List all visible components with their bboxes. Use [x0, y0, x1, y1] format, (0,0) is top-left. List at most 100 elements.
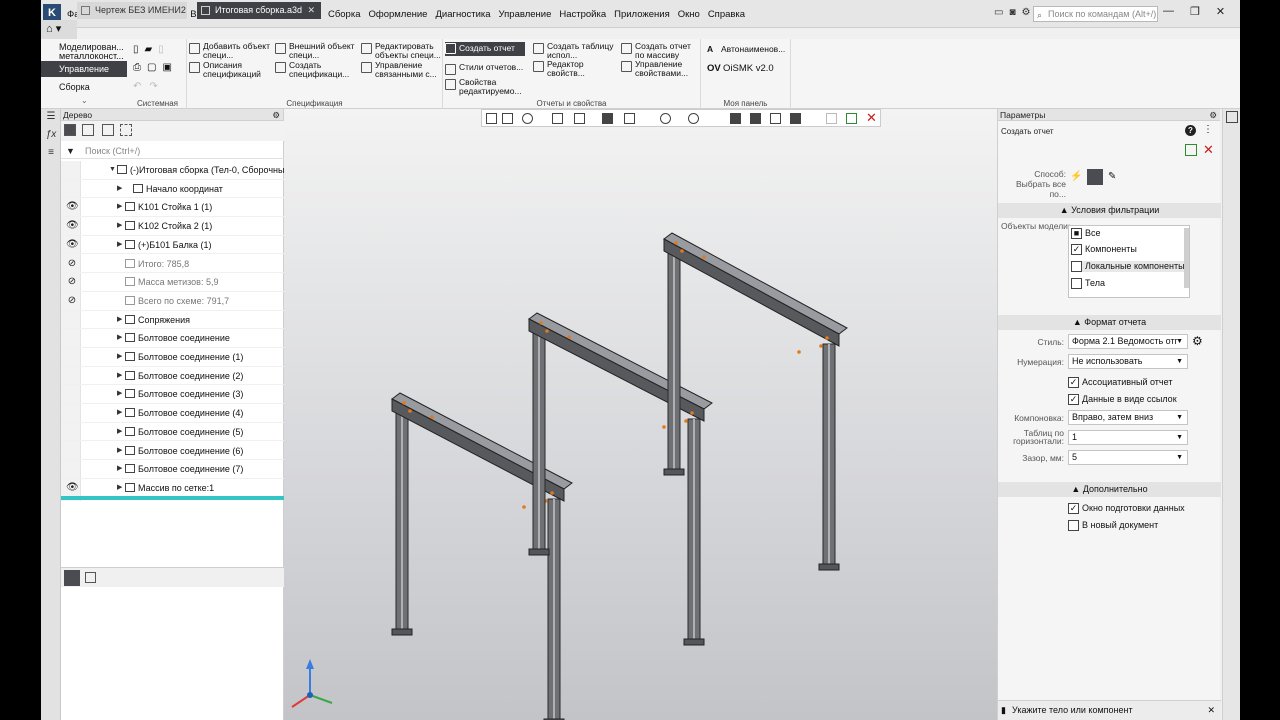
3d-viewport[interactable]: ✕	[284, 109, 997, 720]
tab-drawing[interactable]: Чертеж БЕЗ ИМЕНИ2	[77, 2, 187, 19]
array-report-button[interactable]: Создать отчет по массиву	[621, 42, 699, 60]
visibility-icon[interactable]: ⊘	[66, 255, 78, 273]
menu-item[interactable]: Настройка	[555, 9, 610, 20]
home-tab[interactable]: ⌂ ▾	[41, 20, 77, 39]
tree-row[interactable]: ⊘ Итого: 785,8	[61, 255, 284, 274]
layout-select[interactable]: Вправо, затем вниз ▼	[1068, 410, 1188, 425]
restore-button[interactable]: ❐	[1190, 5, 1200, 18]
tree-panel-icon[interactable]: ☰	[44, 111, 58, 125]
format-section[interactable]: ▲ Формат отчета	[998, 315, 1221, 330]
new-doc-checkbox[interactable]: В новый документ	[1068, 520, 1158, 531]
method-icon-1[interactable]: ⚡	[1070, 171, 1082, 183]
menu-item[interactable]: Управление	[495, 9, 556, 20]
params-panel-icon[interactable]	[1226, 111, 1238, 123]
expand-right-icon[interactable]: ▶	[117, 348, 122, 366]
expand-right-icon[interactable]: ▶	[117, 442, 122, 460]
cancel-icon[interactable]: ✕	[1203, 142, 1214, 158]
obj-components[interactable]: ✓ Компоненты	[1071, 244, 1137, 255]
nav-metal[interactable]: Моделирован... металлоконст...	[41, 41, 127, 61]
visibility-icon[interactable]: ⊘	[66, 273, 78, 291]
tree-row[interactable]: ▶ Болтовое соединение (2)	[61, 367, 284, 386]
expand-right-icon[interactable]: ▶	[117, 217, 122, 235]
visibility-icon[interactable]: 👁	[66, 198, 79, 216]
create-report-button[interactable]: Создать отчет	[445, 42, 525, 56]
expand-right-icon[interactable]: ▶	[117, 236, 122, 254]
assoc-report-checkbox[interactable]: ✓ Ассоциативный отчет	[1068, 377, 1172, 388]
expand-right-icon[interactable]: ▶	[117, 385, 122, 403]
print-icon[interactable]: ⎙	[133, 62, 141, 73]
menu-item[interactable]: Сборка	[324, 9, 365, 20]
menu-item[interactable]: Окно	[674, 9, 704, 20]
obj-bodies[interactable]: Тела	[1071, 278, 1105, 289]
nav-assembly[interactable]: Сборка	[41, 79, 127, 95]
props-editor-button[interactable]: Редактор свойств...	[533, 60, 617, 78]
settings-icon[interactable]: ⚙	[1022, 7, 1031, 18]
collapse-icon[interactable]: ⌄	[81, 96, 88, 105]
visibility-icon[interactable]: ⊘	[66, 292, 78, 310]
tree-search-input[interactable]: ▼ Поиск (Ctrl+/)	[61, 143, 284, 159]
tree-select-icon[interactable]	[120, 124, 132, 136]
tree-root[interactable]: ▼ (-)Итоговая сборка (Тел-0, Сборочных	[61, 161, 284, 180]
close-button[interactable]: ✕	[1216, 5, 1225, 18]
method-icon-2[interactable]	[1087, 169, 1103, 185]
expand-right-icon[interactable]: ▶	[117, 479, 122, 497]
tree-row[interactable]: ▶ Начало координат	[61, 180, 284, 199]
filter-icon[interactable]: ▼	[66, 143, 75, 159]
nav-management[interactable]: Управление	[41, 61, 127, 77]
preview-icon[interactable]: ▢	[147, 62, 156, 73]
tree-row[interactable]: 👁 ▶ (+)Б101 Балка (1)	[61, 236, 284, 255]
list-scrollbar[interactable]	[1184, 228, 1189, 288]
save-icon[interactable]: ▣	[162, 62, 171, 73]
expand-right-icon[interactable]: ▶	[117, 180, 122, 198]
expand-right-icon[interactable]: ▶	[117, 311, 122, 329]
close-status-icon[interactable]: ✕	[1207, 701, 1215, 719]
tables-select[interactable]: 1 ▼	[1068, 430, 1188, 445]
create-usage-table-button[interactable]: Создать таблицу испол...	[533, 42, 617, 60]
minimize-button[interactable]: —	[1163, 5, 1174, 18]
editable-props-button[interactable]: Свойства редактируемо...	[445, 78, 529, 96]
tree-row[interactable]: ▶ Болтовое соединение (7)	[61, 460, 284, 479]
expand-right-icon[interactable]: ▶	[117, 460, 122, 478]
manage-linked-button[interactable]: Управление связанными с...	[361, 61, 441, 79]
gap-select[interactable]: 5 ▼	[1068, 450, 1188, 465]
menu-item[interactable]: Приложения	[610, 9, 674, 20]
prep-window-checkbox[interactable]: ✓ Окно подготовки данных	[1068, 503, 1185, 514]
save-disabled-icon[interactable]: ▯	[158, 44, 164, 55]
autonaming-button[interactable]: A Автонаименов...	[707, 45, 791, 54]
external-spec-object-button[interactable]: Внешний объект специ...	[275, 42, 357, 60]
tree-toggle-icon[interactable]: ⋮	[1203, 124, 1213, 135]
redo-icon[interactable]: ↷	[149, 81, 157, 92]
variables-icon[interactable]: ƒx	[44, 129, 58, 143]
expand-down-icon[interactable]: ▼	[109, 161, 116, 179]
tree-row[interactable]: ▶ Болтовое соединение (1)	[61, 348, 284, 367]
tree-row[interactable]: ▶ Болтовое соединение (5)	[61, 423, 284, 442]
menu-item[interactable]: Оформление	[365, 9, 432, 20]
tab-assembly[interactable]: Итоговая сборка.a3d ✕	[197, 2, 321, 19]
edit-spec-objects-button[interactable]: Редактировать объекты специ...	[361, 42, 441, 60]
tree-row[interactable]: ▶ Болтовое соединение (3)	[61, 385, 284, 405]
report-styles-button[interactable]: Стили отчетов...	[445, 63, 529, 75]
obj-all[interactable]: ■ Все	[1071, 228, 1101, 239]
expand-right-icon[interactable]: ▶	[117, 329, 122, 347]
visibility-icon[interactable]: 👁	[66, 217, 79, 235]
undo-icon[interactable]: ↶	[133, 81, 141, 92]
tree-row[interactable]: ▶ Болтовое соединение (6)	[61, 442, 284, 461]
numbering-select[interactable]: Не использовать ▼	[1068, 354, 1188, 369]
expand-right-icon[interactable]: ▶	[117, 423, 122, 441]
tree-view-icon[interactable]	[64, 570, 80, 586]
oismk-button[interactable]: OV OiSMK v2.0	[707, 64, 791, 74]
visibility-icon[interactable]: 👁	[66, 236, 79, 254]
menu-icon[interactable]: ≡	[44, 147, 58, 161]
style-select[interactable]: Форма 2.1 Ведомость отг ▼	[1068, 334, 1188, 349]
tree-row[interactable]: ▶ Болтовое соединение (4)	[61, 404, 284, 423]
spec-descriptions-button[interactable]: Описания спецификаций	[189, 61, 271, 79]
apply-icon[interactable]	[1185, 144, 1197, 156]
tree-row[interactable]: ▶ Болтовое соединение	[61, 329, 284, 348]
expand-right-icon[interactable]: ▶	[117, 198, 122, 216]
visibility-icon[interactable]: 👁	[66, 479, 79, 497]
extra-section[interactable]: ▲ Дополнительно	[998, 482, 1221, 497]
obj-local-components[interactable]: Локальные компоненты	[1071, 261, 1185, 272]
create-spec-button[interactable]: Создать спецификаци...	[275, 61, 357, 79]
expand-right-icon[interactable]: ▶	[117, 367, 122, 385]
window-icon[interactable]: ▭	[994, 7, 1003, 18]
